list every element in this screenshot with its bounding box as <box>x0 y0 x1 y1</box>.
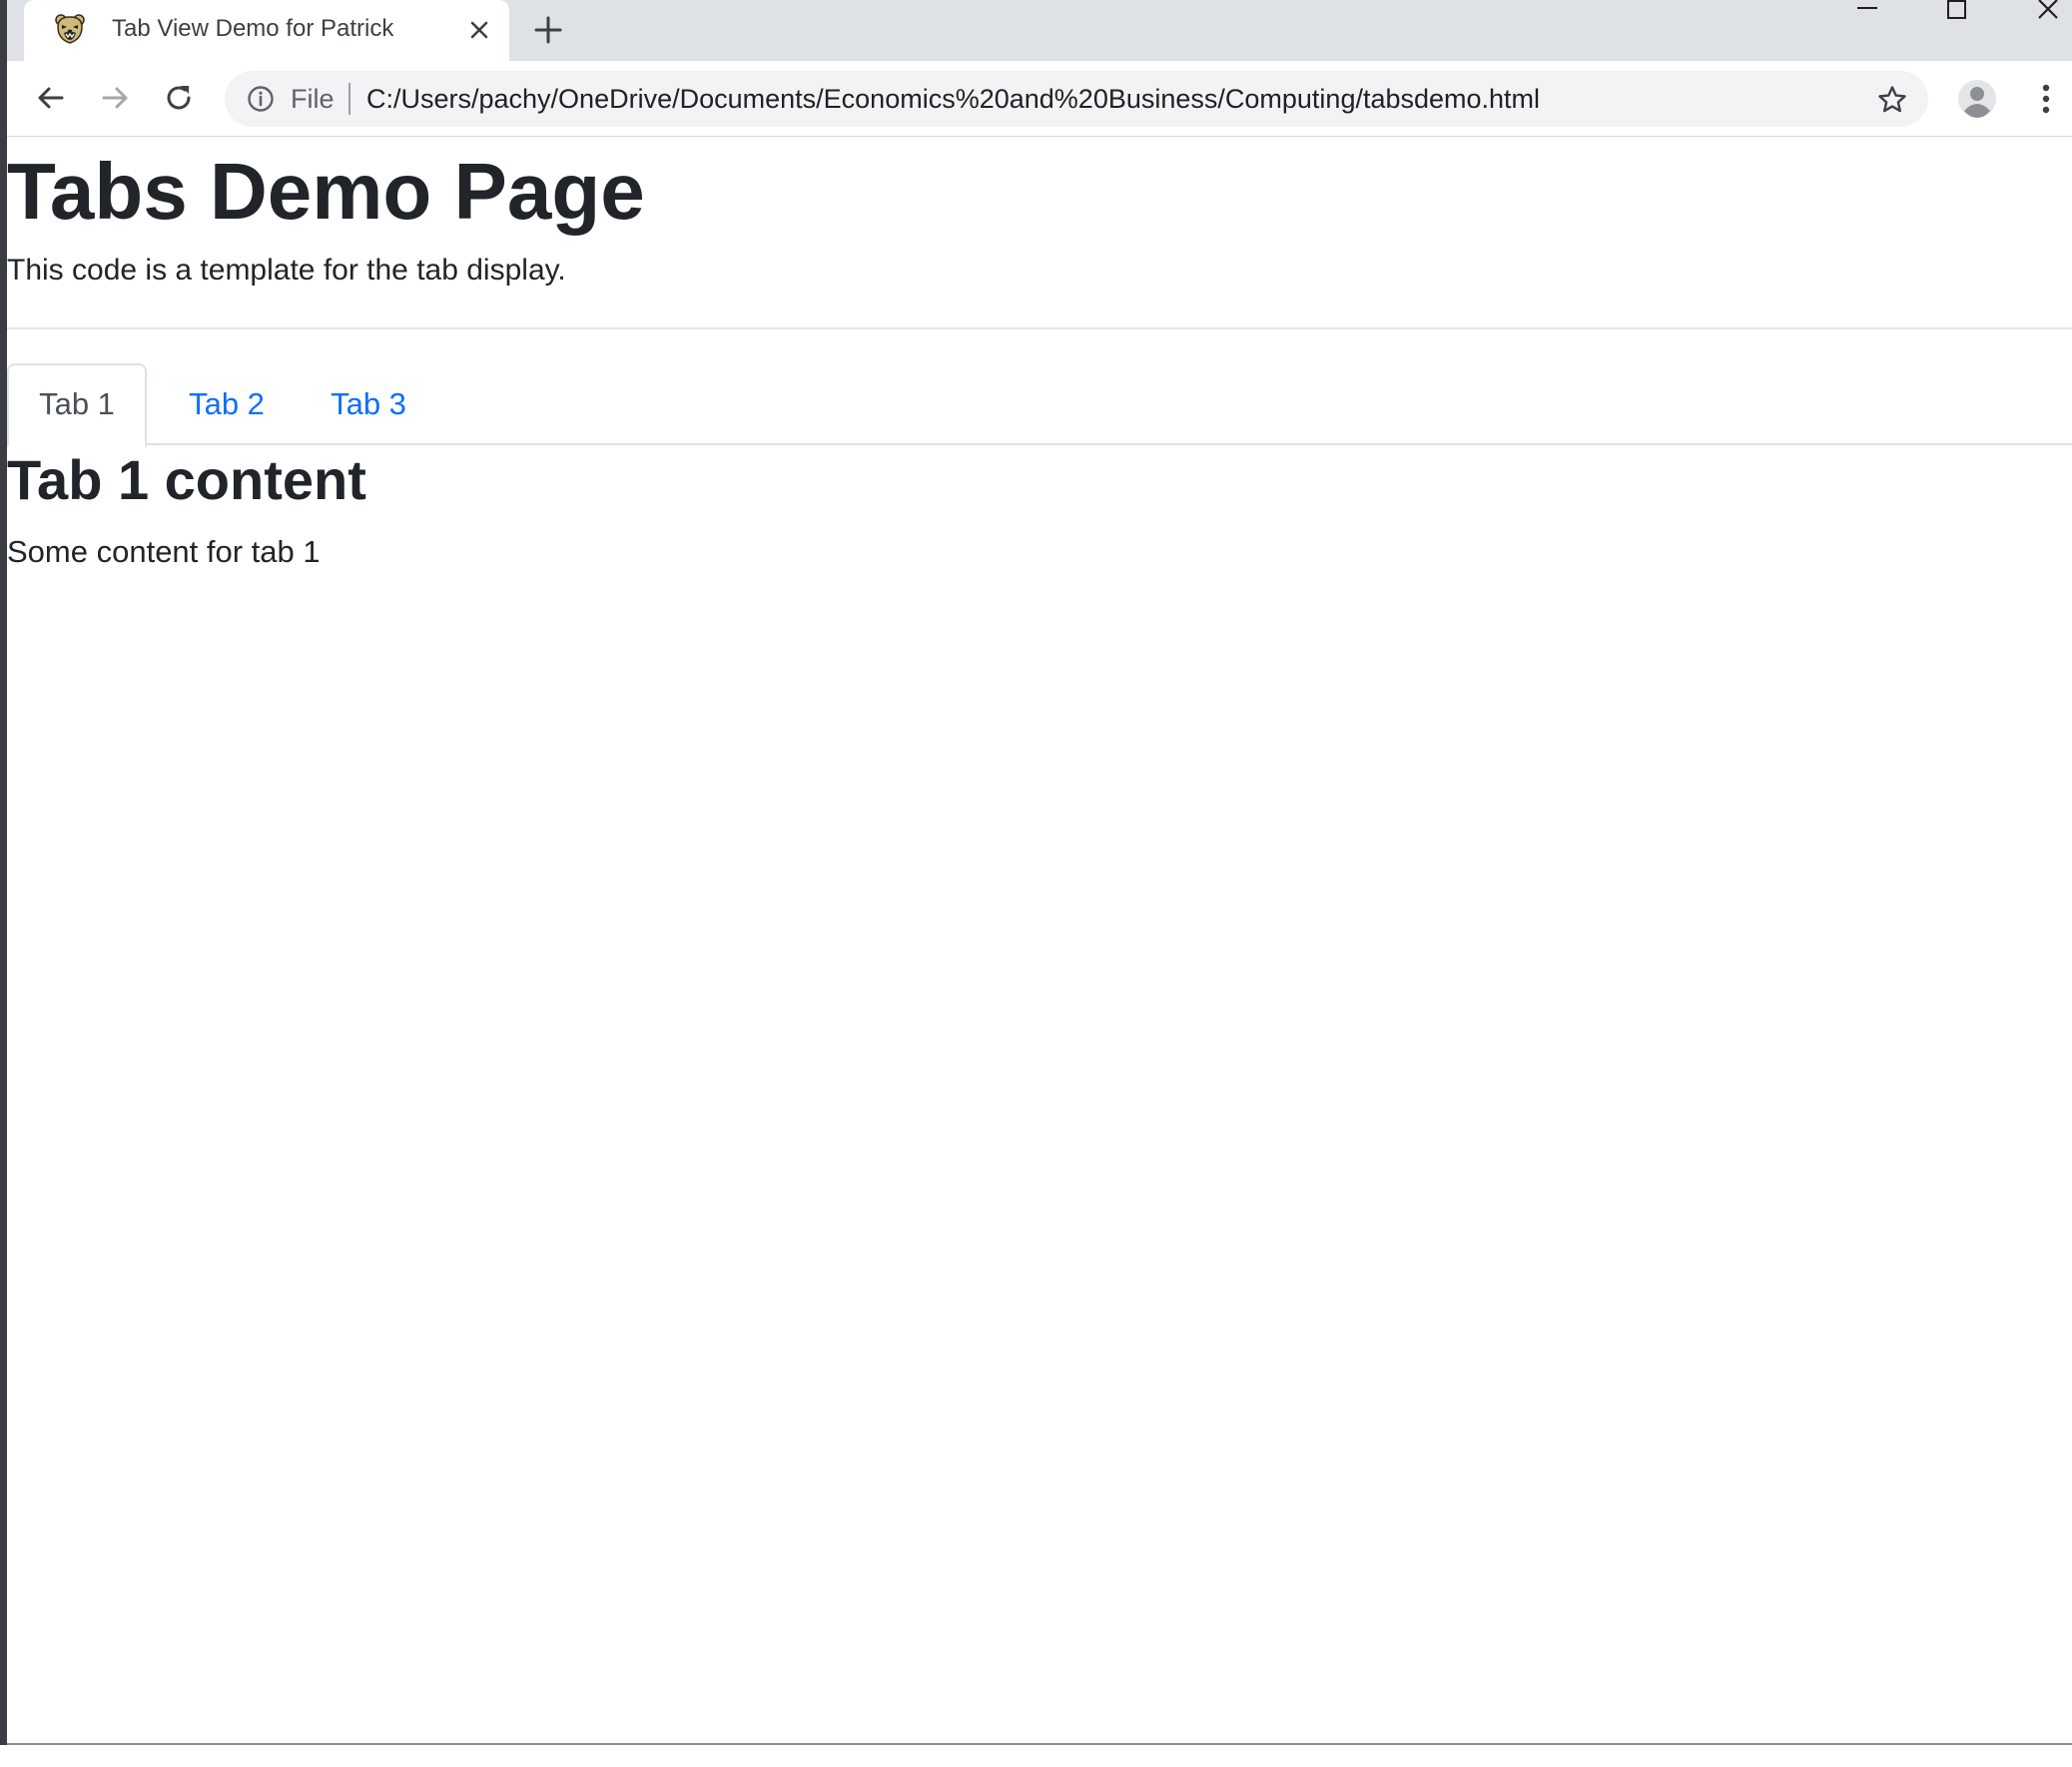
tab-3[interactable]: Tab 3 <box>299 363 438 445</box>
avatar-icon[interactable] <box>1957 79 1997 119</box>
bear-logo-icon <box>54 13 86 45</box>
omnibox-divider <box>348 83 350 115</box>
close-window-icon[interactable] <box>2029 0 2069 30</box>
address-bar[interactable]: File C:/Users/pachy/OneDrive/Documents/E… <box>225 71 1928 127</box>
desktop-edge <box>0 0 7 1745</box>
tab-bar: Tab 1 Tab 2 Tab 3 <box>7 363 2072 447</box>
tab-content-heading: Tab 1 content <box>7 448 366 511</box>
browser-toolbar: File C:/Users/pachy/OneDrive/Documents/E… <box>7 61 2072 137</box>
arrow-left-icon[interactable] <box>31 78 71 118</box>
url-scheme-label: File <box>291 84 335 114</box>
maximize-icon[interactable] <box>1937 0 1977 30</box>
close-icon[interactable] <box>465 16 493 44</box>
screen: Tab View Demo for Patrick File C:/Users/… <box>0 0 2072 1767</box>
browser-tab-active[interactable]: Tab View Demo for Patrick <box>24 0 509 61</box>
browser-window: Tab View Demo for Patrick File C:/Users/… <box>7 0 2072 1745</box>
url-text[interactable]: C:/Users/pachy/OneDrive/Documents/Econom… <box>366 84 1540 115</box>
page-title: Tabs Demo Page <box>7 147 645 236</box>
star-icon[interactable] <box>1876 84 1908 116</box>
browser-tab-title: Tab View Demo for Patrick <box>112 15 394 42</box>
reload-icon[interactable] <box>159 78 199 118</box>
tab-1[interactable]: Tab 1 <box>7 363 147 447</box>
browser-tabstrip: Tab View Demo for Patrick <box>7 0 2072 61</box>
info-icon[interactable] <box>247 85 275 113</box>
page-content: Tabs Demo Page This code is a template f… <box>7 137 2072 1743</box>
tab-2[interactable]: Tab 2 <box>157 363 297 445</box>
arrow-right-icon[interactable] <box>95 78 135 118</box>
tab-content-body: Some content for tab 1 <box>7 534 321 569</box>
plus-icon[interactable] <box>530 12 566 48</box>
page-lead: This code is a template for the tab disp… <box>7 254 566 287</box>
desktop-bottom <box>0 1745 2072 1767</box>
divider <box>7 327 2072 329</box>
kebab-menu-icon[interactable] <box>2026 79 2066 119</box>
minimize-icon[interactable] <box>1847 0 1887 30</box>
